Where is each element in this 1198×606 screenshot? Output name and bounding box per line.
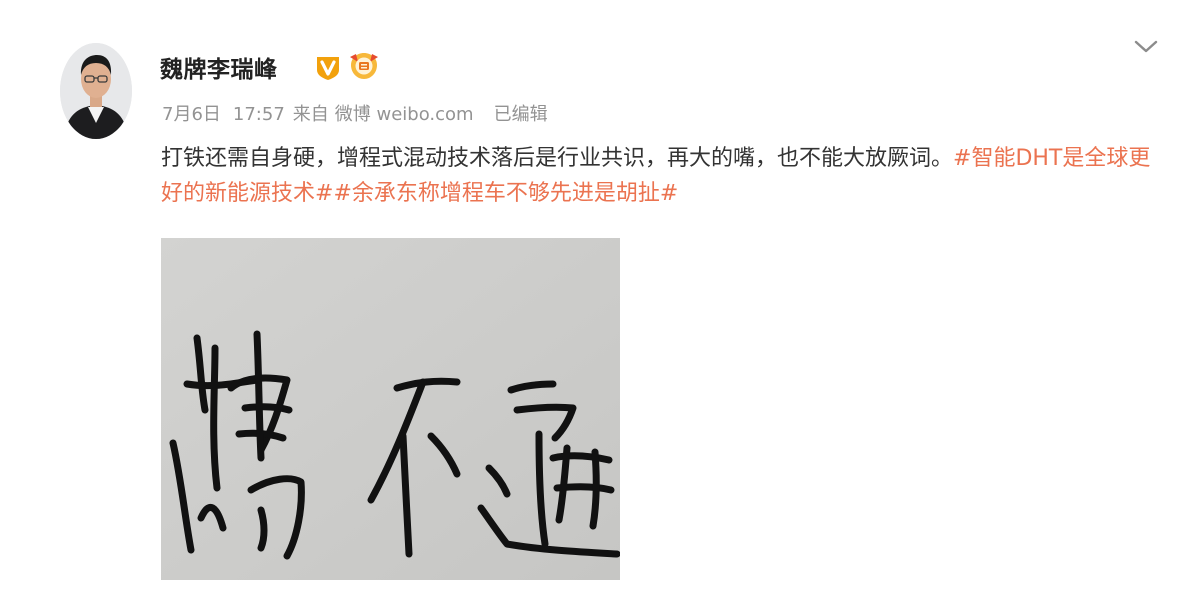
hashtag-link[interactable]: #余承东称增程车不够先进是胡扯# <box>333 181 678 206</box>
author-avatar[interactable] <box>60 43 132 139</box>
from-label: 来自 <box>292 104 329 125</box>
author-name[interactable]: 魏牌李瑞峰 <box>160 50 278 84</box>
fan-medal-icon[interactable] <box>347 51 381 81</box>
verified-v-badge-icon[interactable] <box>314 53 342 81</box>
post-time: 17:57 <box>232 104 285 125</box>
edited-label[interactable]: 已编辑 <box>494 100 548 126</box>
post-image[interactable] <box>161 238 620 580</box>
post-text: 打铁还需自身硬，增程式混动技术落后是行业共识，再大的嘴，也不能大放厥词。 <box>161 146 954 171</box>
handwritten-calligraphy-image <box>161 238 620 580</box>
post-date: 7月6日 <box>162 104 221 125</box>
chevron-down-icon[interactable] <box>1133 38 1159 56</box>
weibo-post-card: 魏牌李瑞峰 7月6日 17:57 来自 微博 weibo.com 已编辑 打铁还需自身硬… <box>0 0 1198 606</box>
post-body: 打铁还需自身硬，增程式混动技术落后是行业共识，再大的嘴，也不能大放厥词。#智能D… <box>161 141 1151 211</box>
post-meta: 7月6日 17:57 来自 微博 weibo.com 已编辑 <box>162 100 548 126</box>
source-link[interactable]: 微博 weibo.com <box>335 100 474 126</box>
